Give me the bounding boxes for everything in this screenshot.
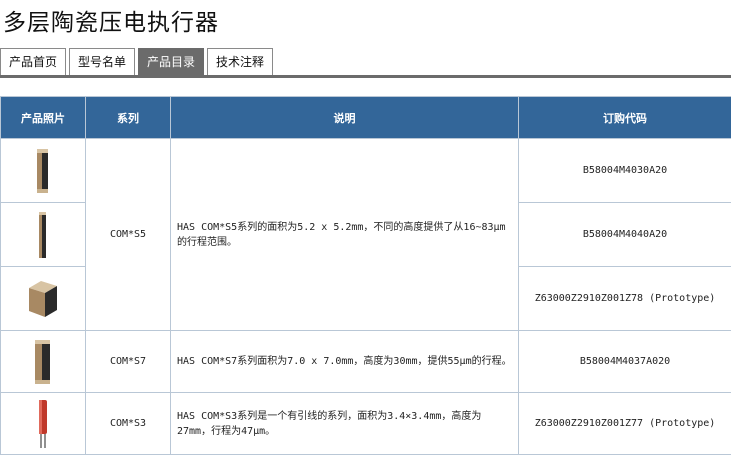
- product-photo-cell: [0, 266, 86, 331]
- order-code-cell[interactable]: B58004M4030A20: [518, 138, 731, 203]
- product-photo-cell: [0, 138, 86, 203]
- cube-stack-photo: [29, 280, 57, 317]
- description-cell: HAS COM*S7系列面积为7.0 x 7.0mm，高度为30mm，提供55μ…: [170, 330, 519, 393]
- page-title: 多层陶瓷压电执行器: [3, 10, 219, 36]
- table-row: COM*S5 HAS COM*S5系列的面积为5.2 x 5.2mm，不同的高度…: [0, 138, 731, 331]
- header-photo: 产品照片: [0, 96, 86, 139]
- order-code-cell[interactable]: B58004M4040A20: [518, 202, 731, 267]
- tab-underline: [0, 75, 731, 78]
- product-photo-cell: [0, 392, 86, 455]
- tab-technical-notes[interactable]: 技术注释: [207, 48, 274, 75]
- product-photo-cell: [0, 202, 86, 267]
- tall-stack-photo: [37, 148, 48, 193]
- order-code-cell[interactable]: B58004M4037A020: [518, 330, 731, 393]
- wide-stack-photo: [35, 339, 50, 384]
- table-header-row: 产品照片 系列 说明 订购代码: [0, 96, 731, 139]
- slim-stack-photo: [39, 211, 46, 258]
- tab-product-catalog[interactable]: 产品目录: [138, 48, 205, 75]
- header-description: 说明: [170, 96, 519, 139]
- tab-bar: 产品首页 型号名单 产品目录 技术注释: [0, 48, 276, 75]
- header-order-code: 订购代码: [518, 96, 731, 139]
- description-cell: HAS COM*S3系列是一个有引线的系列，面积为3.4×3.4mm，高度为27…: [170, 392, 519, 455]
- order-code-cell[interactable]: Z63000Z2910Z001Z78 (Prototype): [518, 266, 731, 331]
- series-cell: COM*S5: [85, 138, 171, 331]
- product-photo-cell: [0, 330, 86, 393]
- red-leaded-stack-photo: [39, 399, 47, 448]
- header-series: 系列: [85, 96, 171, 139]
- tab-model-list[interactable]: 型号名单: [69, 48, 136, 75]
- table-row: COM*S7 HAS COM*S7系列面积为7.0 x 7.0mm，高度为30m…: [0, 330, 731, 393]
- series-cell: COM*S7: [85, 330, 171, 393]
- table-row: COM*S3 HAS COM*S3系列是一个有引线的系列，面积为3.4×3.4m…: [0, 392, 731, 455]
- tab-product-home[interactable]: 产品首页: [0, 48, 67, 75]
- product-table: 产品照片 系列 说明 订购代码 COM*S5 HAS COM*S5系列的面积为5…: [0, 96, 731, 455]
- order-code-cell[interactable]: Z63000Z2910Z001Z77 (Prototype): [518, 392, 731, 455]
- series-cell: COM*S3: [85, 392, 171, 455]
- description-cell: HAS COM*S5系列的面积为5.2 x 5.2mm，不同的高度提供了从16~…: [170, 138, 519, 331]
